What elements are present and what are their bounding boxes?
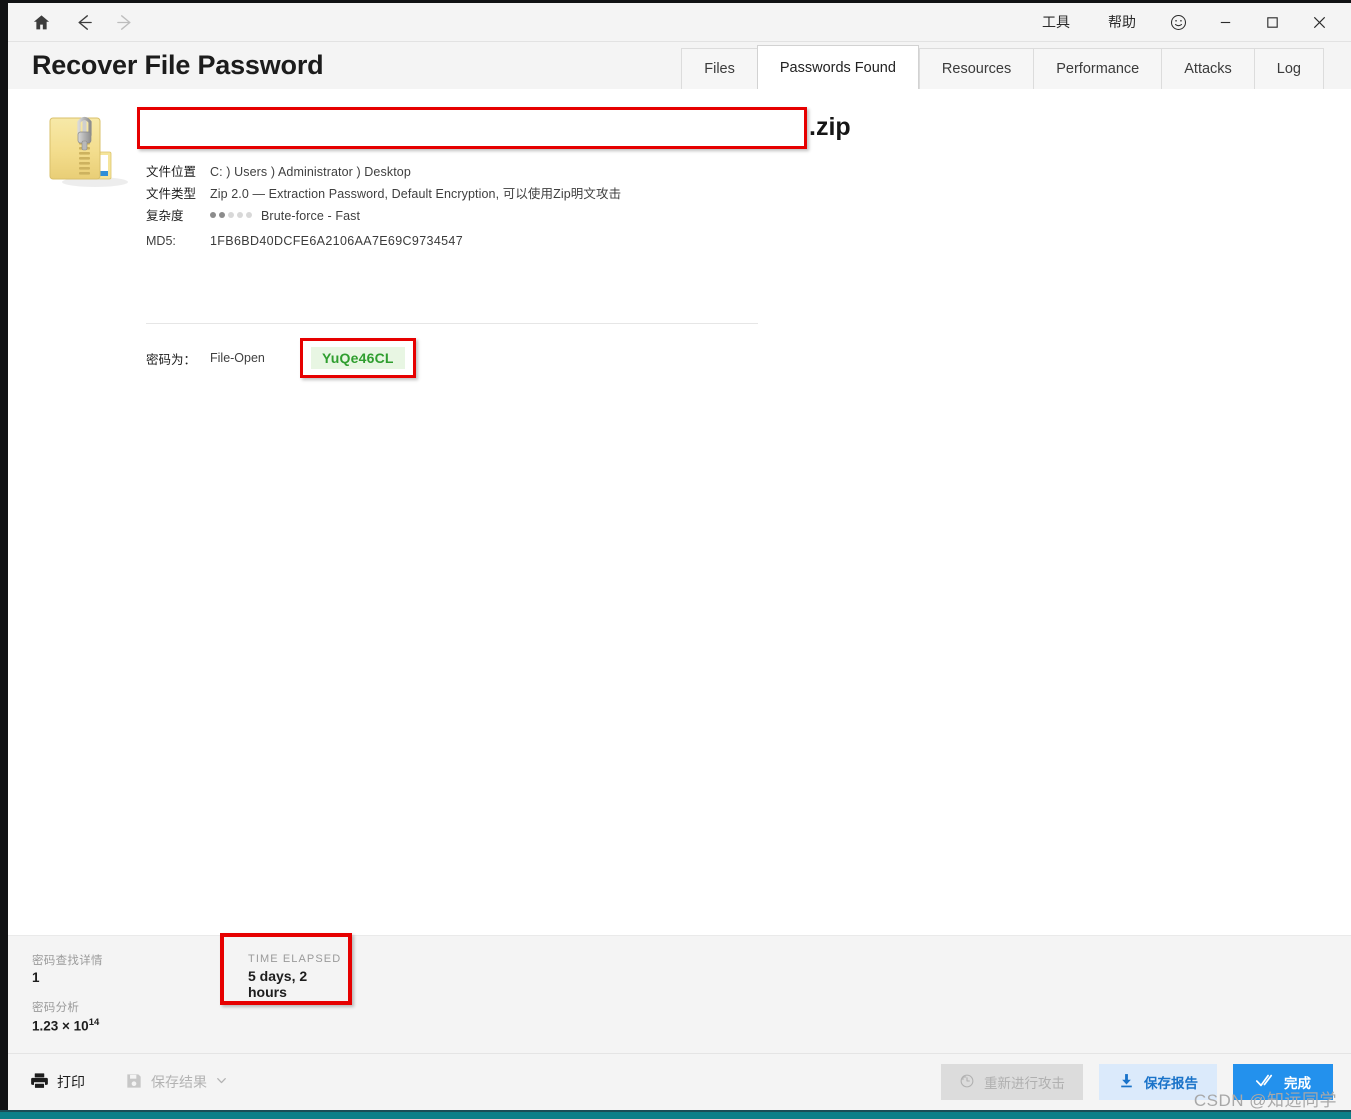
app-window: 工具 帮助 Recover File Password Files Passwo…	[0, 0, 1351, 1119]
tab-resources[interactable]: Resources	[918, 48, 1034, 89]
background-window-strip	[0, 1112, 1351, 1119]
minimize-icon[interactable]	[1202, 3, 1249, 42]
time-elapsed-block: TIME ELAPSED 5 days, 2 hours	[248, 953, 348, 1000]
stat-label-analysis: 密码分析	[32, 1002, 80, 1014]
watermark: CSDN @知远同学	[1193, 1091, 1337, 1110]
content-divider	[146, 323, 758, 324]
time-elapsed-highlight: TIME ELAPSED 5 days, 2 hours	[220, 933, 352, 1005]
menu-help[interactable]: 帮助	[1089, 3, 1155, 42]
download-icon	[1118, 1072, 1135, 1092]
time-elapsed-value: 5 days, 2 hours	[248, 968, 308, 1000]
meta-row-filetype: 文件类型 Zip 2.0 — Extraction Password, Defa…	[146, 183, 621, 204]
maximize-icon[interactable]	[1249, 3, 1296, 42]
redacted-filename-highlight	[137, 107, 807, 149]
save-report-label: 保存报告	[1144, 1076, 1198, 1091]
title-bar-right: 工具 帮助	[1023, 3, 1351, 42]
stat-value-analysis-exponent: 14	[88, 1017, 100, 1028]
complexity-dot	[246, 212, 252, 218]
save-results-button[interactable]: 保存结果	[125, 1072, 228, 1093]
meta-row-location: 文件位置 C: ) Users ) Administrator ) Deskto…	[146, 161, 621, 182]
smiley-icon[interactable]	[1155, 3, 1202, 42]
page-header: Recover File Password Files Passwords Fo…	[8, 42, 1351, 89]
stat-label-found: 密码查找详情	[32, 955, 103, 967]
file-extension: .zip	[809, 113, 851, 141]
password-kind: File-Open	[210, 351, 265, 365]
time-elapsed-label: TIME ELAPSED	[248, 953, 342, 965]
tab-attacks[interactable]: Attacks	[1161, 48, 1254, 89]
window-top-edge	[0, 0, 1351, 3]
tab-bar: Files Passwords Found Resources Performa…	[681, 45, 1324, 89]
printer-icon	[30, 1071, 49, 1093]
stat-value-analysis-mantissa: 1.23 × 10	[32, 1018, 89, 1034]
meta-label-md5: MD5:	[146, 234, 176, 248]
footer-stats: 密码查找详情 1 密码分析 1.23 × 1014 TIME ELAPSED 5…	[8, 933, 1351, 1053]
file-metadata: 文件位置 C: ) Users ) Administrator ) Deskto…	[146, 161, 621, 256]
file-name-row: .zip	[137, 107, 887, 149]
home-icon[interactable]	[30, 11, 52, 33]
meta-label-location: 文件位置	[146, 165, 197, 179]
tab-log[interactable]: Log	[1253, 48, 1324, 89]
main-content: .zip 文件位置 C: ) Users ) Administrator ) D…	[8, 89, 1351, 935]
tab-performance[interactable]: Performance	[1033, 48, 1162, 89]
meta-label-filetype: 文件类型	[146, 187, 197, 201]
page-title: Recover File Password	[32, 50, 324, 80]
restart-attack-button[interactable]: 重新进行攻击	[941, 1064, 1083, 1100]
meta-label-complexity: 复杂度	[146, 209, 184, 223]
meta-value-filetype: Zip 2.0 — Extraction Password, Default E…	[210, 187, 622, 201]
tab-files[interactable]: Files	[681, 48, 757, 89]
meta-row-complexity: 复杂度 Brute-force - Fast	[146, 205, 621, 226]
complexity-dot	[210, 212, 216, 218]
meta-value-complexity: Brute-force - Fast	[261, 209, 361, 223]
complexity-dot	[228, 212, 234, 218]
meta-row-md5: MD5: 1FB6BD40DCFE6A2106AA7E69C9734547	[146, 234, 621, 255]
back-arrow-icon[interactable]	[72, 11, 94, 33]
refresh-icon	[959, 1073, 975, 1092]
meta-value-location: C: ) Users ) Administrator ) Desktop	[210, 165, 411, 179]
tab-passwords-found[interactable]: Passwords Found	[756, 45, 919, 89]
complexity-dot	[219, 212, 225, 218]
password-value[interactable]: YuQe46CL	[311, 347, 405, 369]
navigation-icons	[8, 11, 136, 33]
password-row: 密码为： File-Open YuQe46CL	[146, 338, 416, 378]
action-bar-left: 打印 保存结果	[8, 1071, 228, 1093]
meta-value-md5: 1FB6BD40DCFE6A2106AA7E69C9734547	[210, 234, 464, 248]
print-button[interactable]: 打印	[30, 1071, 85, 1093]
chevron-down-icon	[215, 1074, 228, 1090]
action-bar: 打印 保存结果 重新进行攻击 保存报告 完成	[8, 1053, 1351, 1110]
complexity-dot	[237, 212, 243, 218]
stat-value-found: 1	[32, 970, 40, 985]
print-label: 打印	[57, 1074, 85, 1090]
floppy-disk-icon	[125, 1072, 143, 1093]
menu-tools[interactable]: 工具	[1023, 3, 1089, 42]
password-label: 密码为：	[146, 352, 197, 367]
restart-attack-label: 重新进行攻击	[984, 1076, 1065, 1091]
forward-arrow-icon[interactable]	[114, 11, 136, 33]
zip-file-icon	[39, 108, 137, 192]
complexity-dots	[210, 212, 252, 218]
stat-value-analysis: 1.23 × 1014	[32, 1017, 103, 1034]
window-left-edge	[0, 0, 8, 1119]
password-highlight: YuQe46CL	[300, 338, 416, 378]
title-bar: 工具 帮助	[8, 3, 1351, 42]
stat-group: 密码查找详情 1 密码分析 1.23 × 1014	[32, 952, 103, 1048]
close-icon[interactable]	[1296, 3, 1343, 42]
save-results-label: 保存结果	[151, 1074, 207, 1090]
